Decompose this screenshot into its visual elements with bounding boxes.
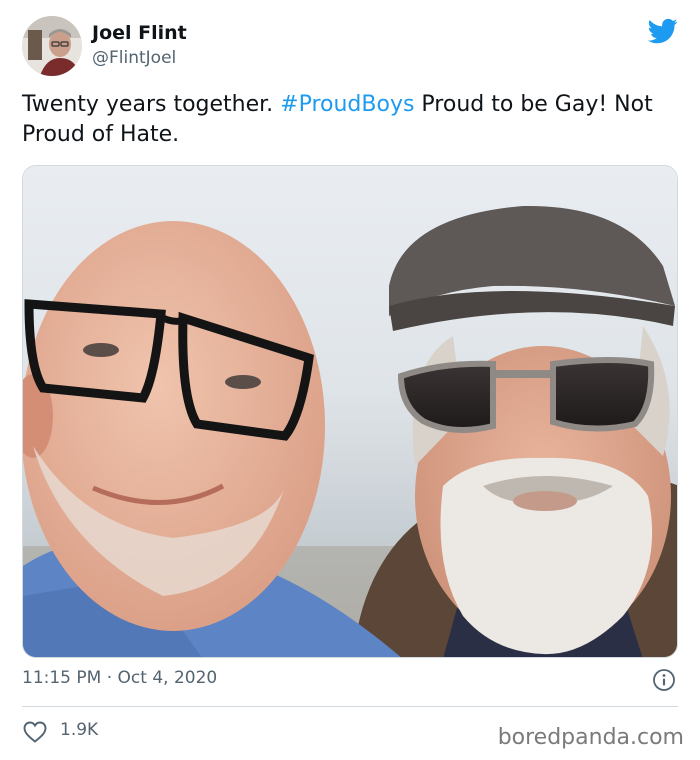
- hashtag-link[interactable]: #ProudBoys: [280, 92, 414, 117]
- divider: [22, 706, 678, 707]
- tweet-text: Twenty years together. #ProudBoys Proud …: [22, 90, 682, 150]
- tweet-date: Oct 4, 2020: [117, 668, 218, 688]
- twitter-bird-icon[interactable]: [646, 16, 680, 46]
- tweet-photo[interactable]: [22, 165, 678, 658]
- watermark: boredpanda.com: [497, 725, 684, 750]
- tweet-timestamp[interactable]: 11:15 PM · Oct 4, 2020: [22, 668, 217, 688]
- heart-icon[interactable]: [23, 721, 47, 743]
- like-count: 1.9K: [60, 720, 99, 740]
- author-avatar[interactable]: [22, 16, 82, 76]
- info-icon[interactable]: [652, 668, 676, 692]
- author-handle[interactable]: @FlintJoel: [92, 48, 176, 68]
- author-name[interactable]: Joel Flint: [92, 22, 187, 44]
- tweet-text-before: Twenty years together.: [22, 92, 281, 117]
- tweet-card: Joel Flint @FlintJoel Twenty years toget…: [0, 0, 700, 760]
- tweet-time: 11:15 PM: [22, 668, 102, 688]
- timestamp-separator: ·: [101, 668, 118, 688]
